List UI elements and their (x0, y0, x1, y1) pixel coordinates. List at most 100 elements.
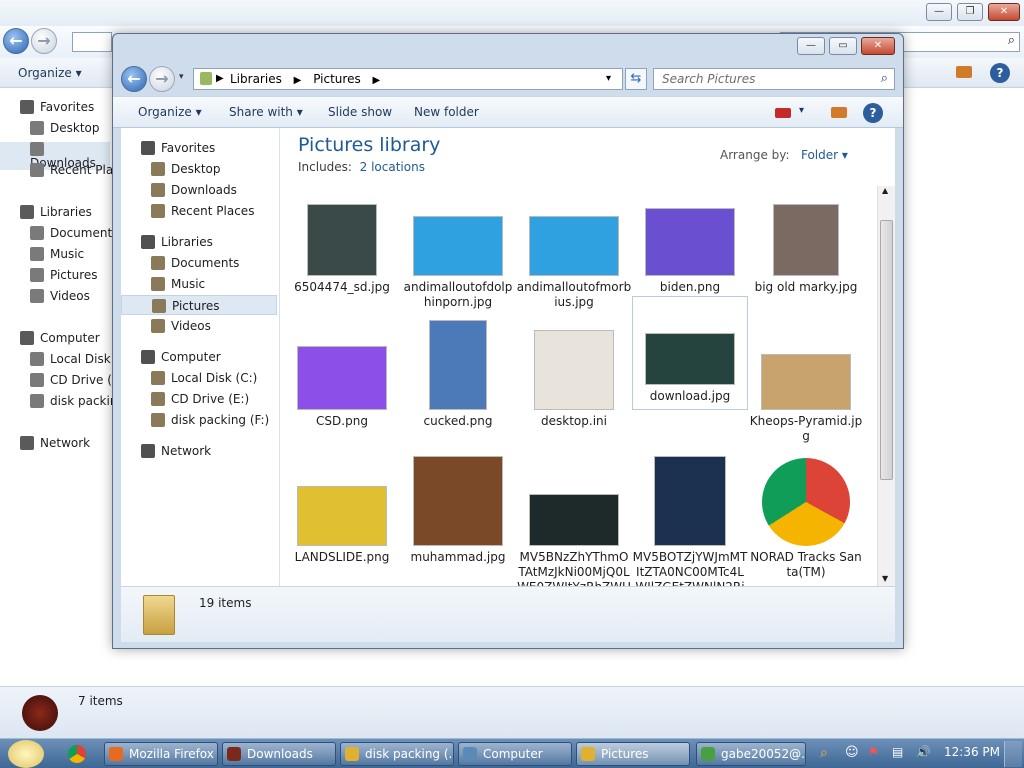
nav-item[interactable]: Downloads (121, 180, 277, 200)
close-button[interactable]: ✕ (861, 37, 895, 55)
show-desktop-button[interactable] (1004, 741, 1022, 767)
bg-nav-item[interactable]: Recent Plac (30, 163, 120, 177)
nav-item-label: Libraries (161, 235, 213, 249)
bg-organize-button[interactable]: Organize ▾ (18, 66, 82, 80)
nav-item[interactable]: Documents (121, 253, 277, 273)
new-folder-button[interactable]: New folder (414, 105, 479, 119)
recent-pages-dropdown[interactable]: ▾ (179, 72, 184, 82)
network-tray-icon[interactable]: ▤ (892, 745, 903, 759)
file-name: NORAD Tracks Santa(TM) (750, 550, 862, 579)
breadcrumb-separator[interactable]: ▶ (216, 69, 224, 89)
file-name: andimalloutofmorbius.jpg (516, 280, 632, 309)
change-view-icon[interactable] (775, 108, 791, 118)
locations-link[interactable]: 2 locations (360, 160, 425, 174)
item-count: 19 items (199, 596, 252, 610)
scroll-thumb[interactable] (880, 220, 893, 480)
taskbar-button[interactable]: gabe20052@... (696, 742, 806, 766)
arrange-by-dropdown[interactable]: Folder ▾ (801, 148, 848, 162)
breadcrumb-separator[interactable]: ▶ (373, 75, 381, 86)
file-item[interactable]: muhammad.jpg (400, 454, 516, 565)
bg-minimize-button[interactable]: — (926, 3, 952, 21)
bg-nav-item[interactable]: Videos (30, 289, 90, 303)
taskbar-button[interactable]: Pictures (576, 742, 690, 766)
nav-item[interactable]: Favorites (121, 138, 277, 158)
volume-tray-icon[interactable]: 🔊 (916, 745, 931, 759)
bg-nav-item[interactable]: Music (30, 247, 84, 261)
file-list-pane: Pictures library Includes: 2 locations A… (279, 128, 895, 609)
search-input[interactable]: Search Pictures ⌕ (653, 68, 895, 90)
nav-item[interactable]: Desktop (121, 159, 277, 179)
bg-nav-item[interactable]: CD Drive (E: (30, 373, 124, 387)
file-item[interactable]: biden.png (632, 184, 748, 295)
breadcrumb-pictures[interactable]: Pictures (313, 72, 361, 86)
nav-item[interactable]: Local Disk (C:) (121, 368, 277, 388)
file-item[interactable]: download.jpg (632, 296, 748, 410)
bg-address-bar[interactable] (72, 32, 112, 52)
taskbar-button[interactable]: Downloads (222, 742, 336, 766)
bg-restore-button[interactable]: ❐ (957, 3, 983, 21)
file-item[interactable]: andimalloutofdolphinporn.jpg (400, 184, 516, 310)
maximize-button[interactable]: ▭ (829, 37, 857, 55)
file-item[interactable]: desktop.ini (516, 318, 632, 429)
preview-pane-icon[interactable] (831, 107, 847, 118)
file-item[interactable]: andimalloutofmorbius.jpg (516, 184, 632, 310)
bg-preview-pane-icon[interactable] (956, 66, 972, 78)
file-item[interactable]: LANDSLIDE.png (284, 454, 400, 565)
nav-item[interactable]: Recent Places (121, 201, 277, 221)
search-tray-icon[interactable]: ⌕ (820, 745, 828, 761)
start-button[interactable] (8, 740, 44, 768)
nav-item[interactable]: disk packing (F:) (121, 410, 277, 430)
bg-nav-item[interactable]: Pictures (30, 268, 98, 282)
nav-item[interactable]: Pictures (121, 295, 277, 315)
smiley-tray-icon[interactable]: ☺ (845, 745, 859, 760)
scroll-up-arrow[interactable]: ▲ (882, 186, 888, 195)
taskbar-button[interactable]: Computer (458, 742, 572, 766)
scroll-down-arrow[interactable]: ▼ (882, 574, 888, 583)
bg-back-button[interactable]: ← (3, 28, 29, 54)
bg-close-button[interactable]: ✕ (988, 3, 1020, 21)
refresh-icon[interactable]: ⇆ (625, 68, 647, 90)
address-dropdown-icon[interactable]: ▾ (606, 69, 611, 89)
help-icon[interactable]: ? (863, 103, 883, 123)
file-item[interactable]: Kheops-Pyramid.jpg (748, 318, 864, 444)
share-with-button[interactable]: Share with ▾ (229, 105, 303, 119)
nav-item[interactable]: Network (121, 441, 277, 461)
chrome-icon[interactable] (68, 745, 86, 763)
view-dropdown-icon[interactable]: ▾ (799, 105, 804, 116)
bg-nav-item[interactable]: Favorites (20, 100, 94, 114)
bg-nav-item[interactable]: Local Disk ( (30, 352, 119, 366)
bg-nav-item[interactable]: Documents (30, 226, 118, 240)
slide-show-button[interactable]: Slide show (328, 105, 392, 119)
address-bar[interactable]: ▶ Libraries ▶ Pictures ▶ ▾ (193, 68, 623, 90)
file-item[interactable]: big old marky.jpg (748, 184, 864, 295)
nav-item[interactable]: Computer (121, 347, 277, 367)
breadcrumb-libraries[interactable]: Libraries (230, 72, 282, 86)
bg-nav-item[interactable]: Network (20, 436, 90, 450)
minimize-button[interactable]: — (797, 37, 825, 55)
bg-nav-item[interactable]: Desktop (30, 121, 100, 135)
bg-forward-button[interactable]: → (31, 28, 57, 54)
nav-item[interactable]: Videos (121, 316, 277, 336)
bg-nav-item[interactable]: Libraries (20, 205, 92, 219)
taskbar-button[interactable]: Mozilla Firefox (104, 742, 218, 766)
back-button[interactable]: ← (121, 66, 147, 92)
bg-nav-item[interactable]: Computer (20, 331, 100, 345)
nav-item[interactable]: Libraries (121, 232, 277, 252)
bg-nav-item[interactable]: disk packing (30, 394, 125, 408)
file-item[interactable]: 6504474_sd.jpg (284, 184, 400, 295)
taskbar-button[interactable]: disk packing (... (340, 742, 454, 766)
nav-item[interactable]: CD Drive (E:) (121, 389, 277, 409)
file-item[interactable]: CSD.png (284, 318, 400, 429)
breadcrumb-separator[interactable]: ▶ (294, 75, 302, 86)
file-thumbnail (413, 216, 503, 276)
organize-button[interactable]: Organize ▾ (138, 105, 202, 119)
file-item[interactable]: NORAD Tracks Santa(TM) (748, 454, 864, 580)
nav-item[interactable]: Music (121, 274, 277, 294)
file-item[interactable]: cucked.png (400, 318, 516, 429)
flag-tray-icon[interactable]: ⚑ (868, 745, 879, 759)
forward-button[interactable]: → (149, 66, 175, 92)
search-icon[interactable]: ⌕ (881, 69, 888, 89)
vertical-scrollbar[interactable]: ▲ ▼ (877, 186, 895, 586)
taskbar-clock[interactable]: 12:36 PM (944, 745, 1000, 759)
bg-help-icon[interactable]: ? (990, 63, 1010, 83)
